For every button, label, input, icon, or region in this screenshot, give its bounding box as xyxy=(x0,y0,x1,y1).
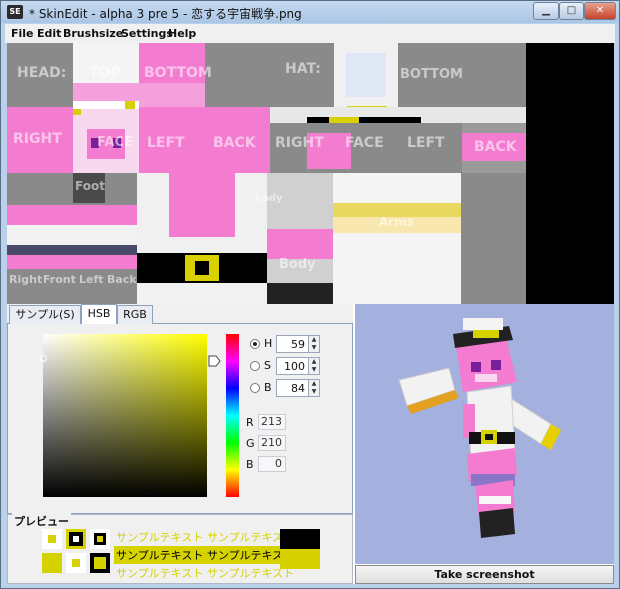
preview-panel: プレビュー サンプルテキスト サンプルテキスト サンプルテキスト サンプルテキス… xyxy=(7,513,353,584)
label-leg-back: Back xyxy=(107,273,137,286)
blue-label: B xyxy=(246,458,254,471)
spinner-up-icon[interactable]: ▲ xyxy=(308,336,319,344)
hue-slider[interactable] xyxy=(226,334,239,497)
menu-file[interactable]: File xyxy=(11,27,34,40)
hue-value[interactable]: 59 xyxy=(291,338,305,351)
skinedit-app-icon: SE xyxy=(7,5,23,19)
menu-help[interactable]: Help xyxy=(168,27,196,40)
green-label: G xyxy=(246,437,255,450)
preview-swatch xyxy=(72,559,80,567)
label-back: BACK xyxy=(213,135,256,151)
label-right: RIGHT xyxy=(13,131,62,147)
preview-sample-text-yellow-2: サンプルテキスト サンプルテキスト xyxy=(116,567,295,580)
brightness-value[interactable]: 84 xyxy=(291,382,305,395)
take-screenshot-button[interactable]: Take screenshot xyxy=(355,565,614,584)
window-title: * SkinEdit - alpha 3 pre 5 - 恋する宇宙戦争.png xyxy=(29,7,302,21)
preview-sample-text-yellow: サンプルテキスト サンプルテキスト xyxy=(116,531,295,544)
brightness-spinner[interactable]: 84 ▲ ▼ xyxy=(276,379,320,397)
label-foot: Foot xyxy=(75,179,105,193)
label-hat-left: LEFT xyxy=(407,135,445,151)
label-hat-face: FACE xyxy=(345,135,384,151)
minimize-icon: ▁ xyxy=(542,5,550,16)
minimize-button[interactable]: ▁ xyxy=(533,2,559,20)
menu-bar: File Edit Brushsize Settings Help xyxy=(5,24,615,43)
tab-hsb[interactable]: HSB xyxy=(81,304,117,324)
color-chooser-tabs: サンプル(S) HSB RGB xyxy=(7,304,353,324)
hue-spinner[interactable]: 59 ▲ ▼ xyxy=(276,335,320,353)
label-body-small: body xyxy=(255,193,283,204)
label-leg-left: Left xyxy=(79,273,104,286)
texture-empty-area xyxy=(526,43,614,304)
label-head: HEAD: xyxy=(17,65,67,81)
bottom-panel: サンプル(S) HSB RGB H 59 ▲ ▼ S 100 ▲ ▼ B 84 … xyxy=(7,304,614,584)
preview-swatch xyxy=(280,549,320,569)
label-hat-bottom: BOTTOM xyxy=(400,67,463,82)
hue-radio[interactable] xyxy=(250,339,260,349)
label-hat: HAT: xyxy=(285,61,321,77)
skin-texture-editor[interactable]: HEAD: TOP BOTTOM HAT: BOTTOM RIGHT FACE … xyxy=(7,43,614,304)
red-label: R xyxy=(246,416,254,429)
label-left: LEFT xyxy=(147,135,185,151)
preview-title: プレビュー xyxy=(12,513,71,529)
brightness-label: B xyxy=(264,381,272,394)
tab-rgb[interactable]: RGB xyxy=(117,305,153,324)
tab-sample[interactable]: サンプル(S) xyxy=(9,305,81,324)
title-bar[interactable]: SE * SkinEdit - alpha 3 pre 5 - 恋する宇宙戦争.… xyxy=(1,1,619,23)
red-value: 213 xyxy=(258,414,286,430)
label-leg-front: Front xyxy=(43,273,76,286)
maximize-button[interactable]: □ xyxy=(559,2,584,20)
preview-swatch xyxy=(42,553,62,573)
green-value: 210 xyxy=(258,435,286,451)
hue-slider-arrow-icon[interactable] xyxy=(208,355,221,367)
maximize-icon: □ xyxy=(566,5,577,16)
preview-swatch xyxy=(73,536,79,542)
preview-sample-text-on-yellow: サンプルテキスト サンプルテキスト xyxy=(114,546,297,564)
label-bottom: BOTTOM xyxy=(144,65,212,81)
label-hat-right: RIGHT xyxy=(275,135,324,151)
close-button[interactable]: ✕ xyxy=(584,2,616,20)
preview-swatch xyxy=(280,529,320,549)
spinner-down-icon[interactable]: ▼ xyxy=(308,388,319,396)
3d-skin-preview[interactable] xyxy=(355,304,614,564)
close-icon: ✕ xyxy=(595,5,605,16)
saturation-brightness-picker[interactable] xyxy=(40,334,207,497)
preview-swatch xyxy=(94,557,106,569)
skin-3d-model[interactable] xyxy=(355,304,614,564)
label-leg-right: Right xyxy=(9,273,43,286)
color-picker-marker[interactable] xyxy=(40,355,47,362)
preview-swatch xyxy=(97,536,103,542)
saturation-value[interactable]: 100 xyxy=(284,360,305,373)
skin-texture-canvas[interactable]: HEAD: TOP BOTTOM HAT: BOTTOM RIGHT FACE … xyxy=(7,43,526,304)
saturation-radio[interactable] xyxy=(250,361,260,371)
label-top: TOP xyxy=(89,65,121,81)
menu-edit[interactable]: Edit xyxy=(37,27,61,40)
spinner-up-icon[interactable]: ▲ xyxy=(308,380,319,388)
label-body: Body xyxy=(279,257,316,272)
hue-label: H xyxy=(264,337,273,350)
saturation-spinner[interactable]: 100 ▲ ▼ xyxy=(276,357,320,375)
app-window: SE * SkinEdit - alpha 3 pre 5 - 恋する宇宙戦争.… xyxy=(0,0,620,589)
menu-brushsize[interactable]: Brushsize xyxy=(63,27,123,40)
blue-value: 0 xyxy=(258,456,286,472)
preview-swatch xyxy=(48,535,56,543)
label-hat-back: BACK xyxy=(474,139,517,155)
hsb-color-panel: H 59 ▲ ▼ S 100 ▲ ▼ B 84 ▲ ▼ R 213 G 210 … xyxy=(7,324,353,514)
label-arms: Arms xyxy=(379,215,414,229)
saturation-label: S xyxy=(264,359,271,372)
spinner-down-icon[interactable]: ▼ xyxy=(308,344,319,352)
menu-settings[interactable]: Settings xyxy=(121,27,173,40)
spinner-down-icon[interactable]: ▼ xyxy=(308,366,319,374)
label-face: FACE xyxy=(97,135,133,150)
brightness-radio[interactable] xyxy=(250,383,260,393)
spinner-up-icon[interactable]: ▲ xyxy=(308,358,319,366)
